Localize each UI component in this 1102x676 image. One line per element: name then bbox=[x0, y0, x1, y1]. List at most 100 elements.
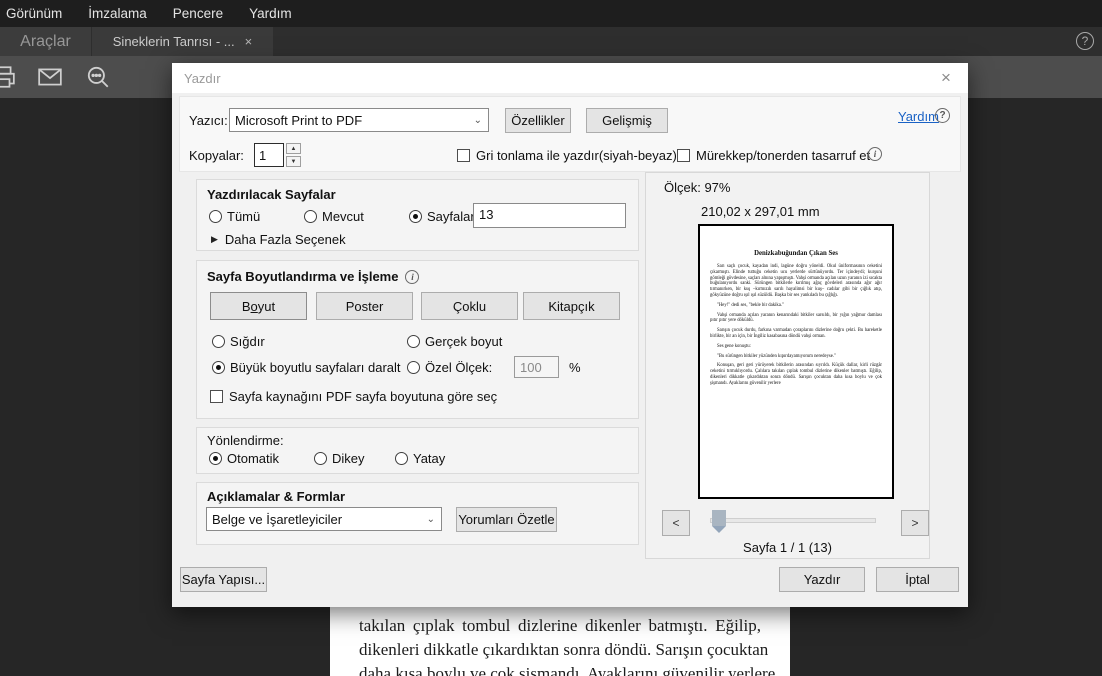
tab-close-icon[interactable]: × bbox=[245, 35, 253, 48]
help-question-icon[interactable]: ? bbox=[935, 108, 950, 123]
comments-section: Açıklamalar & Formlar Belge ve İşaretley… bbox=[196, 482, 639, 545]
orientation-title: Yönlendirme: bbox=[207, 433, 284, 448]
paper-source-checkbox[interactable] bbox=[210, 390, 223, 403]
tab-document-label: Sineklerin Tanrısı - ... bbox=[112, 34, 235, 49]
custom-scale-label: Özel Ölçek: bbox=[425, 360, 493, 375]
comments-section-title: Açıklamalar & Formlar bbox=[207, 489, 346, 504]
preview-paragraph: "Bu sürüngen bitkiler yüzünden kıpırdaya… bbox=[717, 353, 836, 359]
current-page-radio-row[interactable]: Mevcut bbox=[304, 209, 364, 224]
shrink-radio-row[interactable]: Büyük boyutlu sayfaları daralt bbox=[212, 360, 401, 375]
search-zoom-icon[interactable] bbox=[85, 64, 111, 90]
menu-item-imzalama[interactable]: İmzalama bbox=[88, 6, 147, 21]
page-slider-track[interactable] bbox=[710, 518, 876, 523]
page-setup-button[interactable]: Sayfa Yapısı... bbox=[180, 567, 267, 592]
landscape-radio[interactable] bbox=[395, 452, 408, 465]
preview-page-title: Denizkabuğundan Çıkan Ses bbox=[754, 250, 838, 257]
tab-document[interactable]: Sineklerin Tanrısı - ... × bbox=[92, 27, 273, 56]
size-button[interactable]: Bo yut bbox=[210, 292, 307, 320]
next-page-button[interactable]: > bbox=[901, 510, 929, 536]
paper-source-checkbox-row[interactable]: Sayfa kaynağını PDF sayfa boyutuna göre … bbox=[210, 389, 497, 404]
more-options-expander[interactable]: ▶ Daha Fazla Seçenek bbox=[211, 232, 346, 247]
custom-scale-radio[interactable] bbox=[407, 361, 420, 374]
tab-tools-label: Araçlar bbox=[20, 32, 71, 50]
poster-button[interactable]: Poster bbox=[316, 292, 413, 320]
page-range-input[interactable]: 13 bbox=[473, 203, 626, 228]
page-preview-thumbnail: Denizkabuğundan Çıkan Ses Sarı saçlı çoc… bbox=[698, 224, 894, 499]
chevron-down-icon: ⌄ bbox=[473, 115, 482, 126]
printer-select-value: Microsoft Print to PDF bbox=[235, 112, 363, 128]
preview-paragraph: Ses gene konuştu: bbox=[717, 343, 751, 349]
grayscale-checkbox-row[interactable]: Gri tonlama ile yazdır(siyah-beyaz) bbox=[457, 148, 677, 163]
preview-paragraph: Vahşi ormanda açılan yaranın kenarındaki… bbox=[710, 312, 882, 324]
custom-scale-radio-row[interactable]: Özel Ölçek: bbox=[407, 360, 492, 375]
advanced-button[interactable]: Gelişmiş bbox=[586, 108, 668, 133]
grayscale-checkbox[interactable] bbox=[457, 149, 470, 162]
percent-label: % bbox=[569, 360, 581, 375]
menu-item-yardim[interactable]: Yardım bbox=[249, 6, 292, 21]
comments-select[interactable]: Belge ve İşaretleyiciler ⌄ bbox=[206, 507, 442, 531]
info-icon[interactable]: i bbox=[868, 147, 882, 161]
tab-tools[interactable]: Araçlar bbox=[0, 27, 91, 56]
portrait-radio[interactable] bbox=[314, 452, 327, 465]
custom-scale-input[interactable]: 100 bbox=[514, 356, 559, 378]
page-info-readout: Sayfa 1 / 1 (13) bbox=[743, 540, 832, 555]
printer-strip: Yazıcı: Microsoft Print to PDF ⌄ Özellik… bbox=[179, 96, 961, 172]
fit-radio-row[interactable]: Sığdır bbox=[212, 334, 265, 349]
dialog-title: Yazdır bbox=[184, 70, 221, 86]
document-text-line: takılan çıplak tombul dizlerine dikenler… bbox=[359, 616, 761, 635]
comments-select-value: Belge ve İşaretleyiciler bbox=[212, 511, 343, 527]
document-text-line: dikenleri dikkatle çıkardıktan sonra dön… bbox=[359, 640, 769, 659]
expander-arrow-icon: ▶ bbox=[211, 234, 218, 244]
pages-section: Yazdırılacak Sayfalar Tümü Mevcut Sayfal… bbox=[196, 179, 639, 251]
fit-radio[interactable] bbox=[212, 335, 225, 348]
dialog-close-icon[interactable]: × bbox=[934, 66, 958, 90]
preview-paragraph: Konuşan, geri geri yürüyerek bitkilerin … bbox=[710, 363, 882, 386]
menu-item-gorunum[interactable]: Görünüm bbox=[6, 6, 62, 21]
copies-label: Kopyalar: bbox=[189, 148, 244, 163]
menu-item-pencere[interactable]: Pencere bbox=[173, 6, 223, 21]
email-icon[interactable] bbox=[37, 64, 63, 90]
document-page-behind-dialog: takılan çıplak tombul dizlerine dikenler… bbox=[330, 607, 790, 676]
summarize-comments-button[interactable]: Yorumları Özetle bbox=[456, 507, 557, 532]
stepper-down-icon[interactable]: ▼ bbox=[286, 156, 301, 167]
all-pages-radio-row[interactable]: Tümü bbox=[209, 209, 260, 224]
cancel-button[interactable]: İptal bbox=[876, 567, 959, 592]
orientation-section: Yönlendirme: Otomatik Dikey Yatay bbox=[196, 427, 639, 474]
current-page-label: Mevcut bbox=[322, 209, 364, 224]
preview-paragraph: "Hey!" dedi ses, "bekle bir dakika." bbox=[717, 302, 784, 308]
all-pages-label: Tümü bbox=[227, 209, 261, 224]
shrink-radio[interactable] bbox=[212, 361, 225, 374]
toner-checkbox-row[interactable]: Mürekkep/tonerden tasarruf et bbox=[677, 148, 870, 163]
landscape-radio-row[interactable]: Yatay bbox=[395, 451, 445, 466]
more-options-label: Daha Fazla Seçenek bbox=[224, 232, 346, 247]
printer-select[interactable]: Microsoft Print to PDF ⌄ bbox=[229, 108, 489, 132]
pages-radio-row[interactable]: Sayfalar bbox=[409, 209, 475, 224]
copies-input[interactable]: 1 bbox=[254, 143, 284, 167]
help-circle-icon[interactable]: ? bbox=[1076, 32, 1094, 50]
all-pages-radio[interactable] bbox=[209, 210, 222, 223]
actual-size-radio[interactable] bbox=[407, 335, 420, 348]
booklet-button[interactable]: Kitapçık bbox=[523, 292, 620, 320]
stepper-up-icon[interactable]: ▲ bbox=[286, 143, 301, 154]
toner-checkbox[interactable] bbox=[677, 149, 690, 162]
portrait-radio-row[interactable]: Dikey bbox=[314, 451, 365, 466]
print-button[interactable]: Yazdır bbox=[779, 567, 865, 592]
help-link[interactable]: Yardım bbox=[898, 109, 939, 124]
actual-size-radio-row[interactable]: Gerçek boyut bbox=[407, 334, 502, 349]
page-slider-thumb[interactable] bbox=[712, 510, 726, 533]
current-page-radio[interactable] bbox=[304, 210, 317, 223]
pages-section-title: Yazdırılacak Sayfalar bbox=[207, 187, 336, 202]
print-icon[interactable] bbox=[0, 64, 16, 90]
actual-size-label: Gerçek boyut bbox=[425, 334, 503, 349]
auto-orientation-radio[interactable] bbox=[209, 452, 222, 465]
info-icon[interactable]: i bbox=[405, 269, 420, 284]
multiple-button[interactable]: Çoklu bbox=[421, 292, 518, 320]
paper-dimensions: 210,02 x 297,01 mm bbox=[701, 204, 820, 219]
properties-button[interactable]: Özellikler bbox=[505, 108, 571, 133]
portrait-radio-label: Dikey bbox=[332, 451, 365, 466]
pages-radio[interactable] bbox=[409, 210, 422, 223]
printer-label: Yazıcı: bbox=[189, 113, 228, 128]
auto-orientation-radio-row[interactable]: Otomatik bbox=[209, 451, 279, 466]
auto-orientation-label: Otomatik bbox=[227, 451, 280, 466]
previous-page-button[interactable]: < bbox=[662, 510, 690, 536]
